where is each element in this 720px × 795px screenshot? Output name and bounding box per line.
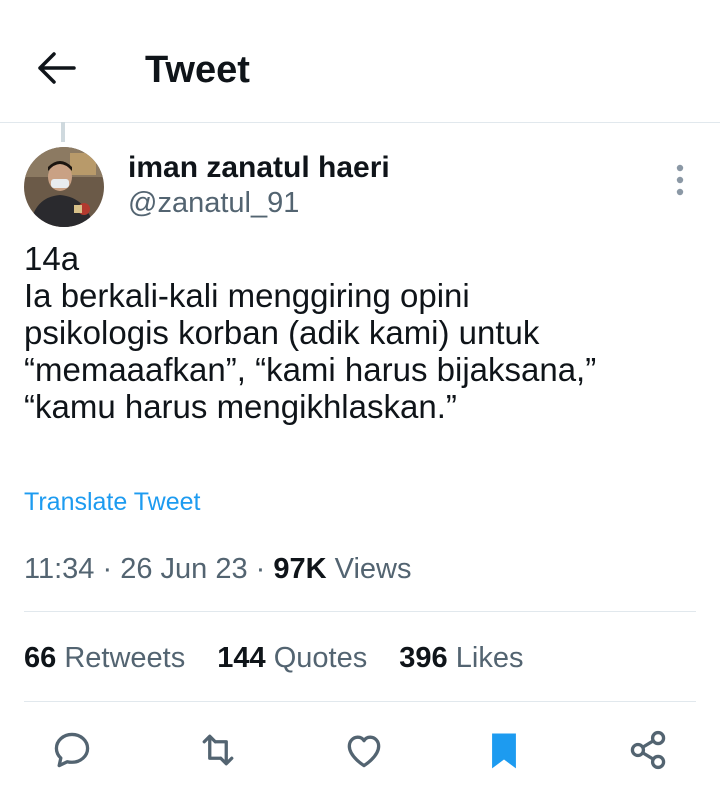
page-title: Tweet <box>145 49 250 91</box>
bookmark-icon <box>492 733 516 769</box>
author-handle[interactable]: @zanatul_91 <box>128 186 299 220</box>
tweet-text-line: “memaaafkan”, “kami harus bijaksana,” <box>24 351 597 388</box>
retweet-button[interactable] <box>196 728 240 772</box>
tweet-text-line: Ia berkali-kali menggiring opini <box>24 277 470 314</box>
retweets-stat[interactable]: 66 Retweets <box>24 642 185 674</box>
likes-count: 396 <box>399 642 448 674</box>
author-display-name[interactable]: iman zanatul haeri <box>128 150 390 186</box>
like-icon <box>347 735 381 768</box>
tweet-text-line: 14a <box>24 240 80 277</box>
divider <box>24 701 696 702</box>
reply-icon <box>54 732 90 768</box>
views-count: 97K <box>273 553 327 585</box>
likes-label: Likes <box>455 642 524 674</box>
quotes-count: 144 <box>217 642 266 674</box>
quotes-label: Quotes <box>273 642 368 674</box>
divider <box>24 611 696 612</box>
tweet-text-line: psikologis korban (adik kami) untuk <box>24 314 540 351</box>
thread-connector <box>61 122 65 142</box>
more-vertical-icon <box>676 164 684 196</box>
share-button[interactable] <box>626 728 670 772</box>
back-button[interactable] <box>34 48 78 88</box>
retweets-count: 66 <box>24 642 57 674</box>
tweet-date: 26 Jun 23 <box>120 553 248 585</box>
tweet-meta: 11:34 · 26 Jun 23 · 97K Views <box>24 551 412 587</box>
top-bar: Tweet <box>0 0 720 123</box>
more-options-button[interactable] <box>666 160 694 200</box>
quotes-stat[interactable]: 144 Quotes <box>217 642 367 674</box>
translate-tweet-link[interactable]: Translate Tweet <box>24 486 200 518</box>
meta-separator: · <box>255 553 266 585</box>
bookmark-button[interactable] <box>482 728 526 772</box>
like-button[interactable] <box>342 728 386 772</box>
meta-separator: · <box>102 553 113 585</box>
likes-stat[interactable]: 396 Likes <box>399 642 523 674</box>
share-icon <box>630 730 666 770</box>
avatar[interactable] <box>24 147 104 227</box>
retweet-icon <box>202 734 234 766</box>
reply-button[interactable] <box>50 728 94 772</box>
retweets-label: Retweets <box>64 642 186 674</box>
tweet-stats: 66 Retweets 144 Quotes 396 Likes <box>24 640 547 676</box>
tweet-text: 14a Ia berkali-kali menggiring opini psi… <box>24 240 704 425</box>
views-label: Views <box>334 553 412 585</box>
arrow-left-icon <box>38 52 76 84</box>
tweet-text-line: “kamu harus mengikhlaskan.” <box>24 388 457 425</box>
tweet-time: 11:34 <box>24 553 95 585</box>
